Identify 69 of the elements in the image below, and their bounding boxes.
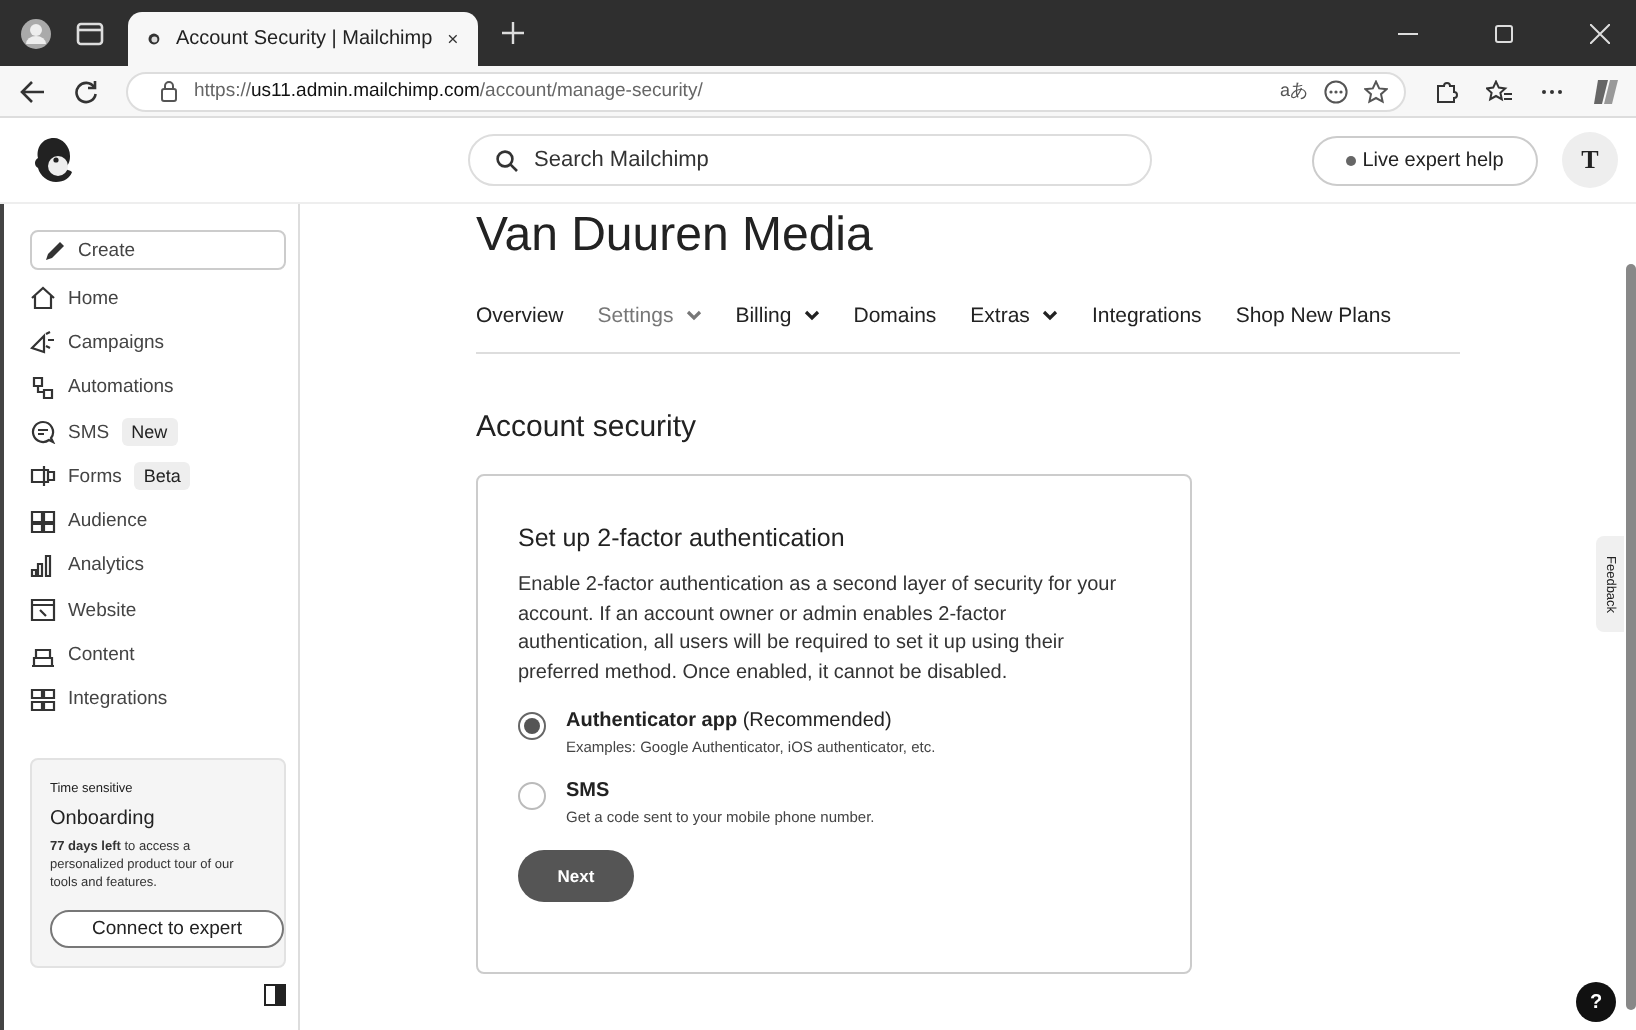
collapse-sidebar-icon[interactable] [264,983,286,1006]
search-icon [496,150,518,172]
back-icon[interactable] [20,79,46,103]
chevron-icon [1041,310,1058,322]
create-button[interactable]: Create [30,230,286,270]
close-icon[interactable] [1590,23,1610,43]
profile-icon[interactable] [20,17,52,49]
close-icon[interactable] [448,30,458,48]
logo-icon[interactable] [32,136,76,184]
favorites-icon[interactable] [1486,79,1512,103]
page-title: Van Duuren Media [476,208,875,264]
live-help-button[interactable]: Live expert help [1312,135,1538,185]
sidebar-item[interactable]: Audience [68,510,148,533]
nav-tab[interactable]: Settings [597,304,702,328]
address-field[interactable]: https://us11.admin.mailchimp.com/account/manage-security/ aあ [126,71,1406,111]
read-aloud-button[interactable]: aあ [1279,78,1308,104]
maximize-icon[interactable] [1494,23,1514,43]
nav-tab[interactable]: Integrations [1091,304,1202,328]
nav-tab[interactable]: Shop New Plans [1235,304,1391,328]
next-button[interactable]: Next [518,850,634,903]
sidebar-item[interactable]: SMS [68,421,110,444]
nav-tab[interactable]: Overview [476,304,564,328]
radio-button[interactable] [518,712,546,741]
card-title: Onboarding [50,807,157,830]
bars-icon [30,553,56,578]
home-icon [30,286,56,311]
browser-tab[interactable]: Account Security | Mailchimp [128,12,478,66]
url-text: https://us11.admin.mailchimp.com/account/manage-security/ [194,80,703,102]
nav-tab[interactable]: Domains [853,304,937,328]
sidebar-item[interactable]: Automations [68,376,174,399]
nav-tab[interactable]: Billing [735,304,820,328]
puzzle-icon[interactable] [1434,79,1458,103]
tag: Beta [133,462,191,491]
tab-list-icon[interactable] [76,21,104,45]
sidebar-item[interactable]: Integrations [68,688,168,711]
reload-icon[interactable] [74,79,98,103]
card-title: Set up 2-factor authentication [518,524,847,552]
chevron-icon [685,310,702,322]
more-circle-icon[interactable] [1324,79,1348,103]
sidebar-item[interactable]: Website [68,599,137,622]
stack-icon [30,643,56,668]
help-button[interactable]: ? [1576,982,1616,1022]
chat-icon [30,420,56,445]
lock-icon [160,80,178,102]
avatar[interactable]: T [1562,132,1618,188]
new-tab-icon[interactable] [502,22,524,44]
sidebar-item[interactable]: Forms [68,465,122,488]
grid-icon [30,687,56,712]
flow-icon [30,375,56,400]
sidebar-item[interactable]: Analytics [68,554,145,577]
megaphone-icon [30,330,56,355]
search-field[interactable]: Search Mailchimp [468,134,1152,186]
option-label: Authenticator app (Recommended) [566,710,894,733]
browser-icon [30,598,56,623]
section-title: Account security [476,410,699,444]
form-icon [30,464,56,489]
more-icon[interactable] [1540,87,1564,95]
connect-button[interactable]: Connect to expert [50,909,284,948]
star-icon[interactable] [1364,79,1388,103]
sidebar-item[interactable]: Home [68,287,119,310]
option-label: SMS [566,780,612,803]
sidebar-item[interactable]: Campaigns [68,331,165,354]
pencil-icon [44,239,66,261]
card-text: Enable 2-factor authentication as a second layer of security for your account. If an account owner or admin enables 2-factor authentication, all users will be required to set it up using their preferred method. Once enabled, it cannot be disabled. [518,572,1119,688]
radio-button[interactable] [518,782,546,811]
chevron-icon [803,310,820,322]
sidebar-item[interactable]: Content [68,644,135,667]
tag: New [121,418,178,447]
nav-tab[interactable]: Extras [970,304,1058,328]
